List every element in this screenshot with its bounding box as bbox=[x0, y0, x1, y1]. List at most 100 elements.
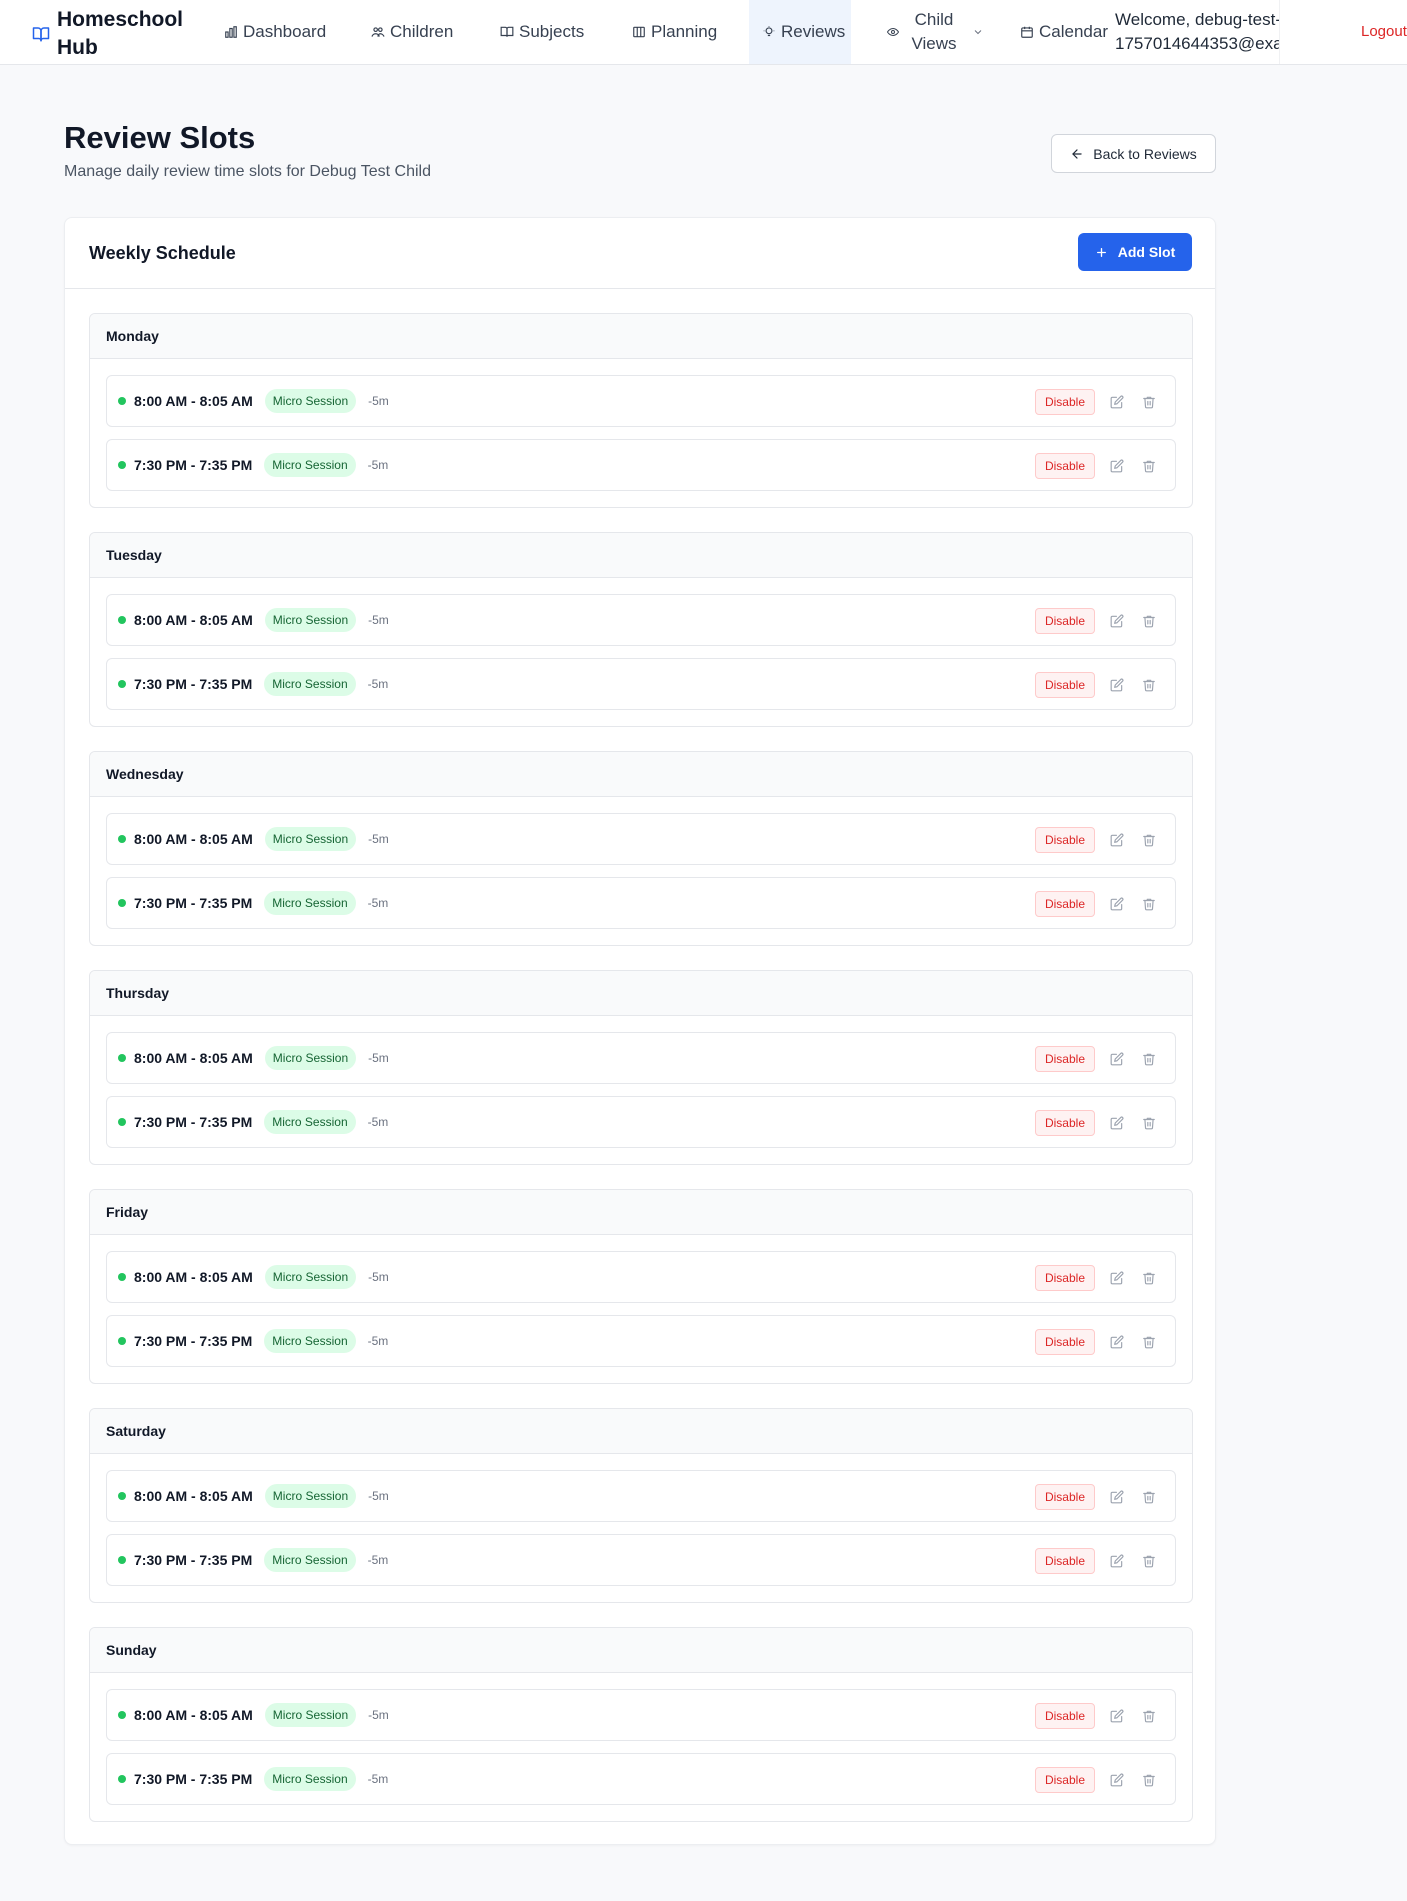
trash-icon bbox=[1143, 834, 1155, 847]
trash-icon bbox=[1143, 1053, 1155, 1066]
status-dot bbox=[118, 1118, 126, 1126]
edit-icon bbox=[1110, 1335, 1124, 1349]
delete-button[interactable] bbox=[1139, 894, 1159, 914]
status-dot bbox=[118, 835, 126, 843]
edit-button[interactable] bbox=[1107, 1049, 1127, 1069]
slot-row: 7:30 PM - 7:35 PM Micro Session -5m Disa… bbox=[106, 1534, 1176, 1586]
edit-button[interactable] bbox=[1107, 456, 1127, 476]
nav-dashboard[interactable]: Dashboard bbox=[224, 0, 326, 64]
delete-button[interactable] bbox=[1139, 1487, 1159, 1507]
delete-button[interactable] bbox=[1139, 830, 1159, 850]
disable-button[interactable]: Disable bbox=[1034, 672, 1095, 698]
slot-row: 8:00 AM - 8:05 AM Micro Session -5m Disa… bbox=[106, 594, 1176, 646]
disable-button[interactable]: Disable bbox=[1034, 1548, 1095, 1574]
slot-type-badge: Micro Session bbox=[264, 827, 357, 851]
brand-link[interactable]: Homeschool Hub bbox=[32, 6, 185, 62]
disable-button[interactable]: Disable bbox=[1034, 1046, 1095, 1072]
nav-planning[interactable]: Planning bbox=[632, 0, 717, 64]
nav-label: Children bbox=[390, 22, 454, 41]
day-group-monday: Monday 8:00 AM - 8:05 AM Micro Session -… bbox=[89, 313, 1193, 508]
day-group-thursday: Thursday 8:00 AM - 8:05 AM Micro Session… bbox=[89, 970, 1193, 1165]
delete-button[interactable] bbox=[1139, 1049, 1159, 1069]
nav-children[interactable]: Children bbox=[371, 0, 453, 64]
slot-time: 8:00 AM - 8:05 AM bbox=[134, 1488, 253, 1504]
delete-button[interactable] bbox=[1139, 1770, 1159, 1790]
edit-button[interactable] bbox=[1107, 894, 1127, 914]
delete-button[interactable] bbox=[1139, 1551, 1159, 1571]
edit-button[interactable] bbox=[1107, 1770, 1127, 1790]
edit-button[interactable] bbox=[1107, 675, 1127, 695]
delete-button[interactable] bbox=[1139, 611, 1159, 631]
day-name: Tuesday bbox=[90, 533, 1192, 578]
edit-button[interactable] bbox=[1107, 611, 1127, 631]
edit-icon bbox=[1110, 1490, 1124, 1504]
disable-button[interactable]: Disable bbox=[1034, 1110, 1095, 1136]
slot-type-badge: Micro Session bbox=[264, 453, 356, 477]
disable-button[interactable]: Disable bbox=[1034, 608, 1095, 634]
slot-type-badge: Micro Session bbox=[264, 1329, 356, 1353]
day-name: Thursday bbox=[90, 971, 1192, 1016]
status-dot bbox=[118, 1492, 126, 1500]
edit-button[interactable] bbox=[1107, 1332, 1127, 1352]
delete-button[interactable] bbox=[1139, 1113, 1159, 1133]
edit-button[interactable] bbox=[1107, 1706, 1127, 1726]
disable-button[interactable]: Disable bbox=[1034, 1329, 1095, 1355]
slot-type-badge: Micro Session bbox=[264, 891, 356, 915]
delete-button[interactable] bbox=[1139, 675, 1159, 695]
disable-button[interactable]: Disable bbox=[1034, 1265, 1095, 1291]
edit-button[interactable] bbox=[1107, 1487, 1127, 1507]
edit-button[interactable] bbox=[1107, 1268, 1127, 1288]
disable-button[interactable]: Disable bbox=[1034, 1484, 1095, 1510]
day-name: Wednesday bbox=[90, 752, 1192, 797]
status-dot bbox=[118, 461, 126, 469]
slot-time: 8:00 AM - 8:05 AM bbox=[134, 831, 253, 847]
nav-child-views[interactable]: Child Views bbox=[887, 0, 984, 64]
card-header: Weekly Schedule Add Slot bbox=[65, 218, 1215, 289]
slot-actions: Disable bbox=[1034, 608, 1159, 634]
disable-button[interactable]: Disable bbox=[1034, 827, 1095, 853]
nav-calendar[interactable]: Calendar bbox=[1020, 0, 1108, 64]
trash-icon bbox=[1143, 460, 1155, 473]
delete-button[interactable] bbox=[1139, 392, 1159, 412]
slot-duration: -5m bbox=[368, 832, 389, 846]
edit-button[interactable] bbox=[1107, 392, 1127, 412]
add-slot-button[interactable]: Add Slot bbox=[1078, 233, 1192, 271]
edit-button[interactable] bbox=[1107, 1113, 1127, 1133]
back-to-reviews-button[interactable]: Back to Reviews bbox=[1051, 134, 1216, 173]
status-dot bbox=[118, 680, 126, 688]
edit-icon bbox=[1110, 1554, 1124, 1568]
edit-icon bbox=[1110, 1709, 1124, 1723]
nav-label: Child Views bbox=[911, 10, 957, 53]
lightbulb-icon bbox=[763, 26, 775, 37]
nav-subjects[interactable]: Subjects bbox=[500, 0, 584, 64]
disable-button[interactable]: Disable bbox=[1034, 453, 1095, 479]
edit-button[interactable] bbox=[1107, 830, 1127, 850]
disable-button[interactable]: Disable bbox=[1034, 891, 1095, 917]
delete-button[interactable] bbox=[1139, 1706, 1159, 1726]
delete-button[interactable] bbox=[1139, 1268, 1159, 1288]
delete-button[interactable] bbox=[1139, 1332, 1159, 1352]
trash-icon bbox=[1143, 1336, 1155, 1349]
slot-duration: -5m bbox=[368, 1708, 389, 1722]
nav-label: Reviews bbox=[781, 22, 846, 41]
page-title: Review Slots bbox=[64, 120, 256, 155]
day-group-wednesday: Wednesday 8:00 AM - 8:05 AM Micro Sessio… bbox=[89, 751, 1193, 946]
day-name: Sunday bbox=[90, 1628, 1192, 1673]
disable-button[interactable]: Disable bbox=[1034, 1703, 1095, 1729]
day-group-sunday: Sunday 8:00 AM - 8:05 AM Micro Session -… bbox=[89, 1627, 1193, 1822]
slot-type-badge: Micro Session bbox=[264, 1046, 357, 1070]
disable-button[interactable]: Disable bbox=[1034, 1767, 1095, 1793]
status-dot bbox=[118, 1337, 126, 1345]
edit-button[interactable] bbox=[1107, 1551, 1127, 1571]
day-name: Monday bbox=[90, 314, 1192, 359]
brand-name: Homeschool Hub bbox=[57, 8, 184, 59]
arrow-left-icon bbox=[1072, 148, 1082, 159]
delete-button[interactable] bbox=[1139, 456, 1159, 476]
status-dot bbox=[118, 616, 126, 624]
nav-reviews[interactable]: Reviews bbox=[749, 0, 851, 64]
slot-list: 8:00 AM - 8:05 AM Micro Session -5m Disa… bbox=[90, 1454, 1192, 1586]
slot-type-badge: Micro Session bbox=[264, 1265, 357, 1289]
logout-button[interactable]: Logout bbox=[1361, 23, 1407, 40]
slot-time: 7:30 PM - 7:35 PM bbox=[134, 676, 253, 692]
disable-button[interactable]: Disable bbox=[1034, 389, 1095, 415]
